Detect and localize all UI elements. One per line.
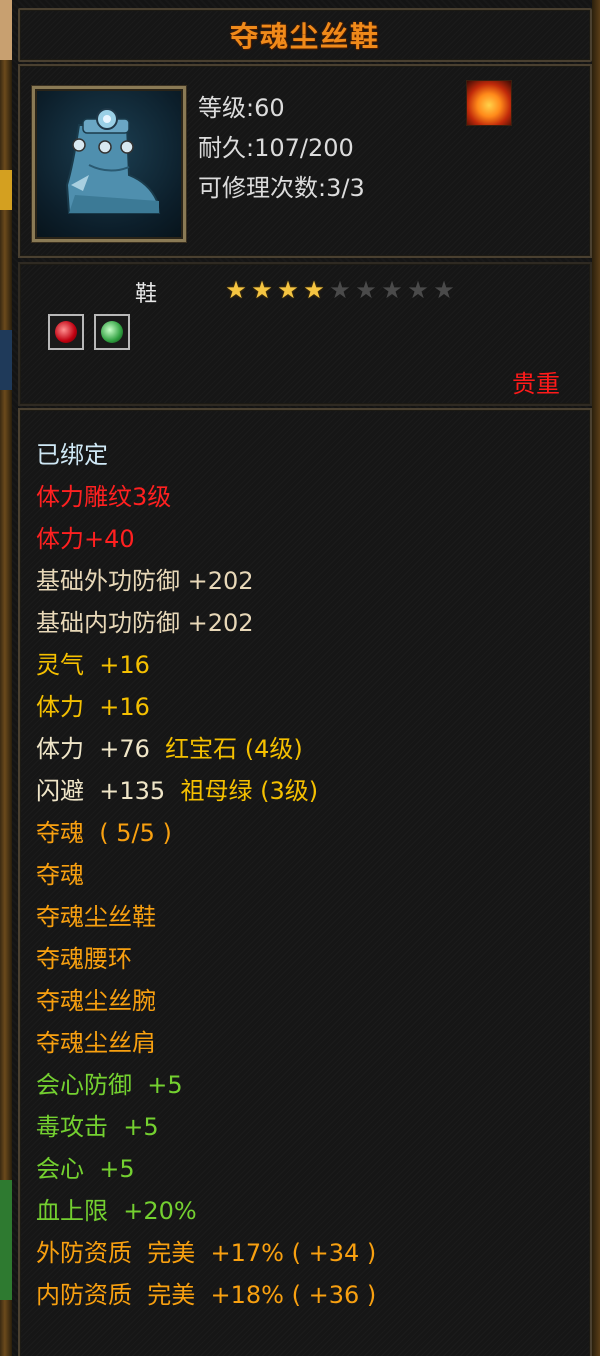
ui-fragment xyxy=(0,1180,12,1300)
item-header: 等级:60 耐久:107/200 可修理次数:3/3 xyxy=(18,64,592,258)
ui-fragment xyxy=(0,170,12,210)
gem1-line: 体力 +76 红宝石 (4级) xyxy=(36,734,303,764)
bound-status: 已绑定 xyxy=(36,441,108,469)
boot-icon xyxy=(65,108,161,214)
poison-attack-stat: 毒攻击 +5 xyxy=(36,1113,159,1141)
engrave-bonus-line: 体力+40 xyxy=(36,525,135,553)
hp-max-stat: 血上限 +20% xyxy=(36,1197,197,1225)
outer-quality-value: 完美 +17% ( +34 ) xyxy=(147,1239,377,1267)
rarity-label: 贵重 xyxy=(512,370,560,398)
outer-quality-line: 外防资质 完美 +17% ( +34 ) xyxy=(36,1238,376,1268)
item-name: 夺魂尘丝鞋 xyxy=(229,20,380,53)
gem2-line: 闪避 +135 祖母绿 (3级) xyxy=(36,776,318,806)
gem2-name: 祖母绿 (3级) xyxy=(180,777,319,805)
set-item: 夺魂尘丝鞋 xyxy=(36,903,156,931)
base-outer-defense: 基础外功防御 +202 xyxy=(36,567,254,595)
item-rating-panel: 鞋 ★ ★ ★ ★ ★ ★ ★ ★ ★ 贵重 xyxy=(18,262,592,406)
gem-slot-2[interactable] xyxy=(94,314,130,350)
set-name: 夺魂 ( 5/5 ) xyxy=(36,819,172,847)
inner-quality-line: 内防资质 完美 +18% ( +36 ) xyxy=(36,1280,376,1310)
star-empty-icon: ★ xyxy=(407,276,429,304)
base-inner-defense: 基础内功防御 +202 xyxy=(36,609,254,637)
star-filled-icon: ★ xyxy=(225,276,247,304)
star-filled-icon: ★ xyxy=(277,276,299,304)
set-item: 夺魂尘丝腕 xyxy=(36,987,156,1015)
inner-quality-value: 完美 +18% ( +36 ) xyxy=(147,1281,377,1309)
spirit-stat: 灵气 +16 xyxy=(36,651,150,679)
gem-slot-1[interactable] xyxy=(48,314,84,350)
item-tooltip: 夺魂尘丝鞋 等级:60 耐久:107/200 可修理次数:3/3 鞋 ★ ★ ★ ★ ★… xyxy=(0,0,600,1356)
fire-icon xyxy=(466,80,512,126)
star-rating: ★ ★ ★ ★ ★ ★ ★ ★ ★ xyxy=(224,278,456,306)
set-item: 夺魂腰环 xyxy=(36,945,132,973)
set-item: 夺魂 xyxy=(36,861,84,889)
star-filled-icon: ★ xyxy=(251,276,273,304)
outer-quality-label: 外防资质 xyxy=(36,1239,132,1267)
engrave-line: 体力雕纹3级 xyxy=(36,483,172,511)
star-empty-icon: ★ xyxy=(433,276,455,304)
set-item: 夺魂尘丝肩 xyxy=(36,1029,156,1057)
portrait-fragment xyxy=(0,0,12,60)
ui-fragment xyxy=(0,330,12,390)
emerald-gem-icon xyxy=(101,321,123,343)
repair-count-line: 可修理次数:3/3 xyxy=(198,174,365,202)
gem1-stat: 体力 +76 xyxy=(36,735,150,763)
item-type: 鞋 xyxy=(135,282,158,307)
level-line: 等级:60 xyxy=(198,94,285,122)
star-empty-icon: ★ xyxy=(381,276,403,304)
item-stats: 已绑定 体力雕纹3级 体力+40 基础外功防御 +202 基础内功防御 +202… xyxy=(18,408,592,1356)
durability-line: 耐久:107/200 xyxy=(198,134,354,162)
title-bar: 夺魂尘丝鞋 xyxy=(18,8,592,62)
gem2-stat: 闪避 +135 xyxy=(36,777,166,805)
stamina-stat: 体力 +16 xyxy=(36,693,150,721)
crit-defense-stat: 会心防御 +5 xyxy=(36,1071,183,1099)
item-icon-frame[interactable] xyxy=(32,86,186,242)
background-ui-right-edge xyxy=(592,0,600,1356)
crit-stat: 会心 +5 xyxy=(36,1155,135,1183)
inner-quality-label: 内防资质 xyxy=(36,1281,132,1309)
ruby-gem-icon xyxy=(55,321,77,343)
star-empty-icon: ★ xyxy=(355,276,377,304)
background-ui-left-edge xyxy=(0,0,12,1356)
star-empty-icon: ★ xyxy=(329,276,351,304)
star-filled-icon: ★ xyxy=(303,276,325,304)
gem1-name: 红宝石 (4级) xyxy=(165,735,303,763)
